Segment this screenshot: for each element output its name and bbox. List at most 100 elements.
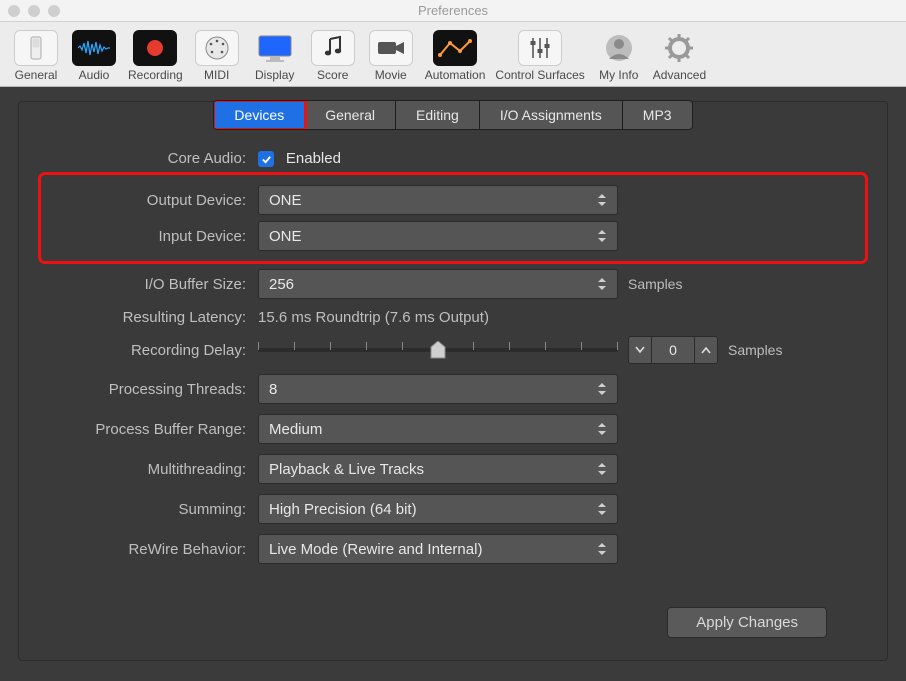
updown-arrows-icon <box>597 463 611 475</box>
apply-changes-container: Apply Changes <box>667 607 827 638</box>
process-buffer-range-select[interactable]: Medium <box>258 414 618 444</box>
midi-port-icon <box>195 30 239 66</box>
recording-delay-suffix: Samples <box>728 342 782 358</box>
display-icon <box>253 30 297 66</box>
output-device-value: ONE <box>269 192 302 209</box>
recording-delay-stepper: 0 <box>628 336 718 364</box>
row-input-device: Input Device: ONE <box>43 221 863 251</box>
toolbar-label: Audio <box>70 68 118 82</box>
label-core-audio: Core Audio: <box>43 150 258 167</box>
apply-changes-button[interactable]: Apply Changes <box>667 607 827 638</box>
updown-arrows-icon <box>597 383 611 395</box>
core-audio-checkbox-label: Enabled <box>286 150 341 167</box>
camera-icon <box>369 30 413 66</box>
updown-arrows-icon <box>597 278 611 290</box>
toolbar-item-midi[interactable]: MIDI <box>189 28 245 82</box>
toolbar-label: Advanced <box>653 68 706 82</box>
toolbar-item-automation[interactable]: Automation <box>421 28 490 82</box>
process-buffer-range-value: Medium <box>269 421 322 438</box>
toolbar-label: Recording <box>128 68 183 82</box>
io-buffer-suffix: Samples <box>628 276 682 292</box>
chevron-down-icon <box>635 346 645 354</box>
record-icon <box>133 30 177 66</box>
window-titlebar: Preferences <box>0 0 906 22</box>
output-device-select[interactable]: ONE <box>258 185 618 215</box>
row-processing-threads: Processing Threads: 8 <box>43 374 863 404</box>
toolbar-item-score[interactable]: Score <box>305 28 361 82</box>
rewire-value: Live Mode (Rewire and Internal) <box>269 541 482 558</box>
subtab-general[interactable]: General <box>305 101 396 129</box>
row-process-buffer-range: Process Buffer Range: Medium <box>43 414 863 444</box>
updown-arrows-icon <box>597 543 611 555</box>
stepper-increment[interactable] <box>695 337 717 363</box>
automation-curve-icon <box>433 30 477 66</box>
audio-subtab-segmented: Devices General Editing I/O Assignments … <box>213 100 692 130</box>
label-output-device: Output Device: <box>43 192 258 209</box>
toolbar-label: Automation <box>425 68 486 82</box>
toolbar-label: Display <box>251 68 299 82</box>
core-audio-checkbox[interactable] <box>258 151 274 167</box>
subtab-io-assignments[interactable]: I/O Assignments <box>480 101 623 129</box>
subtab-devices[interactable]: Devices <box>214 101 305 129</box>
toolbar-label: General <box>12 68 60 82</box>
io-buffer-select[interactable]: 256 <box>258 269 618 299</box>
io-buffer-value: 256 <box>269 276 294 293</box>
summing-value: High Precision (64 bit) <box>269 501 417 518</box>
preferences-body: Devices General Editing I/O Assignments … <box>0 87 906 680</box>
latency-value: 15.6 ms Roundtrip (7.6 ms Output) <box>258 309 489 326</box>
rewire-select[interactable]: Live Mode (Rewire and Internal) <box>258 534 618 564</box>
toolbar-item-my-info[interactable]: My Info <box>591 28 647 82</box>
music-note-icon <box>311 30 355 66</box>
switch-icon <box>14 30 58 66</box>
multithreading-select[interactable]: Playback & Live Tracks <box>258 454 618 484</box>
label-latency: Resulting Latency: <box>43 309 258 326</box>
toolbar-item-display[interactable]: Display <box>247 28 303 82</box>
subtab-mp3[interactable]: MP3 <box>623 101 692 129</box>
waveform-icon <box>72 30 116 66</box>
summing-select[interactable]: High Precision (64 bit) <box>258 494 618 524</box>
row-recording-delay: Recording Delay: 0 Samples <box>43 336 863 364</box>
audio-subtab-bar: Devices General Editing I/O Assignments … <box>43 100 863 130</box>
updown-arrows-icon <box>597 194 611 206</box>
input-device-select[interactable]: ONE <box>258 221 618 251</box>
chevron-up-icon <box>701 346 711 354</box>
toolbar-item-advanced[interactable]: Advanced <box>649 28 710 82</box>
updown-arrows-icon <box>597 503 611 515</box>
toolbar-label: Control Surfaces <box>495 68 584 82</box>
faders-icon <box>518 30 562 66</box>
processing-threads-value: 8 <box>269 381 277 398</box>
updown-arrows-icon <box>597 230 611 242</box>
multithreading-value: Playback & Live Tracks <box>269 461 424 478</box>
highlighted-device-group: Output Device: ONE Input Device: ONE <box>43 177 863 259</box>
label-rewire: ReWire Behavior: <box>43 541 258 558</box>
slider-thumb-icon[interactable] <box>430 341 446 359</box>
toolbar-label: MIDI <box>193 68 241 82</box>
toolbar-item-recording[interactable]: Recording <box>124 28 187 82</box>
row-latency: Resulting Latency: 15.6 ms Roundtrip (7.… <box>43 309 863 326</box>
checkmark-icon <box>261 154 272 165</box>
core-audio-control: Enabled <box>258 150 618 167</box>
toolbar-item-movie[interactable]: Movie <box>363 28 419 82</box>
preferences-toolbar: General Audio Recording MIDI Display Sco… <box>0 22 906 87</box>
updown-arrows-icon <box>597 423 611 435</box>
toolbar-item-control-surfaces[interactable]: Control Surfaces <box>491 28 588 82</box>
toolbar-item-general[interactable]: General <box>8 28 64 82</box>
processing-threads-select[interactable]: 8 <box>258 374 618 404</box>
row-output-device: Output Device: ONE <box>43 185 863 215</box>
label-processing-threads: Processing Threads: <box>43 381 258 398</box>
recording-delay-slider[interactable] <box>258 339 618 361</box>
stepper-decrement[interactable] <box>629 337 651 363</box>
gear-icon <box>657 30 701 66</box>
window-title: Preferences <box>0 3 906 18</box>
recording-delay-value: 0 <box>651 337 695 363</box>
input-device-value: ONE <box>269 228 302 245</box>
toolbar-label: Score <box>309 68 357 82</box>
toolbar-label: My Info <box>595 68 643 82</box>
label-summing: Summing: <box>43 501 258 518</box>
row-summing: Summing: High Precision (64 bit) <box>43 494 863 524</box>
row-io-buffer: I/O Buffer Size: 256 Samples <box>43 269 863 299</box>
person-icon <box>597 30 641 66</box>
subtab-editing[interactable]: Editing <box>396 101 480 129</box>
toolbar-item-audio[interactable]: Audio <box>66 28 122 82</box>
row-multithreading: Multithreading: Playback & Live Tracks <box>43 454 863 484</box>
